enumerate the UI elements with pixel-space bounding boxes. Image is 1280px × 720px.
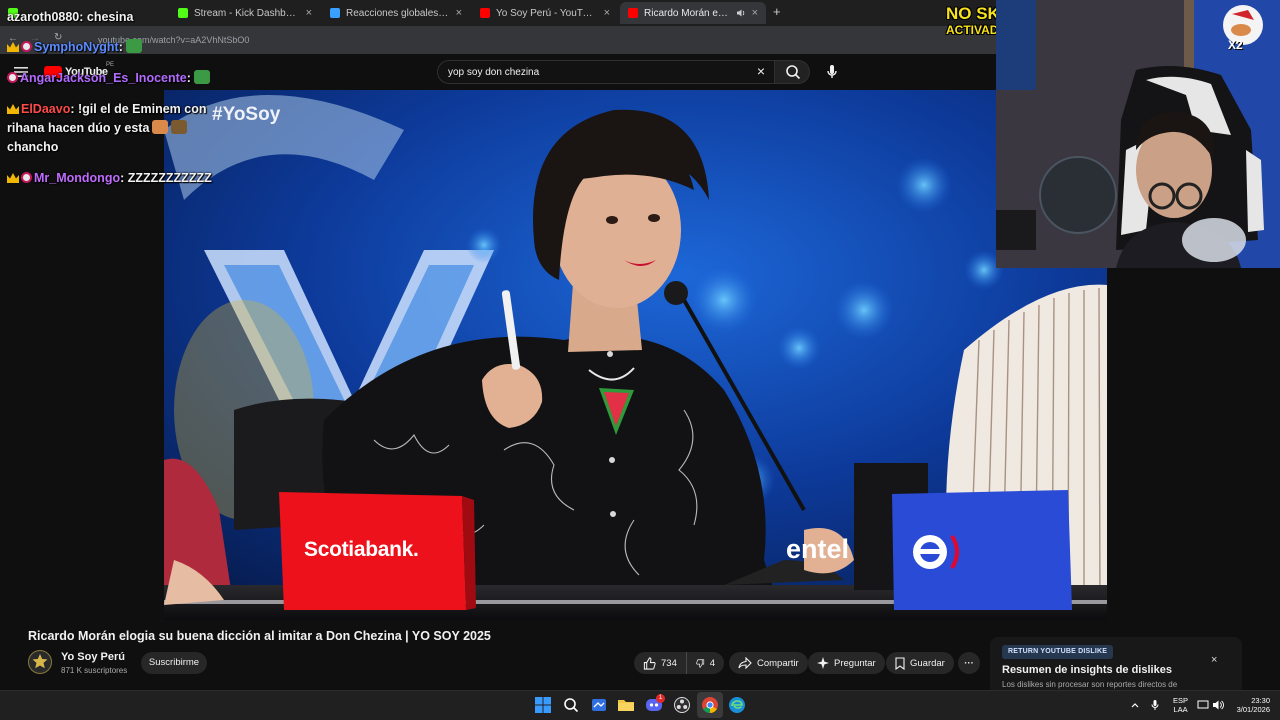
panel-close-icon[interactable]: ×: [1211, 654, 1217, 666]
voice-search-button[interactable]: [820, 60, 844, 84]
chat-username: SymphoNyght: [34, 40, 119, 54]
tab-close-icon[interactable]: ×: [306, 7, 312, 19]
system-clock[interactable]: 23:30 3/01/2026: [1226, 696, 1270, 714]
share-icon: [738, 657, 752, 669]
share-label: Compartir: [757, 657, 799, 669]
tab-label: Ricardo Morán elogia su bu: [644, 7, 730, 19]
more-actions-button[interactable]: ···: [958, 652, 980, 674]
panel-title: Resumen de insights de dislikes: [1002, 664, 1172, 676]
youtube-favicon-icon: [628, 8, 638, 18]
tab-reacciones[interactable]: Reacciones globales: condenan ×: [322, 2, 470, 24]
chat-colon: :: [118, 40, 123, 54]
subscriber-count: 871 K suscriptores: [61, 666, 128, 675]
like-count: 734: [661, 657, 677, 669]
chat-username: azaroth0880: [7, 10, 80, 24]
tray-chevron-up-icon[interactable]: [1130, 700, 1140, 710]
chat-text: chesina: [86, 10, 134, 24]
news-favicon-icon: [330, 8, 340, 18]
extension-tag: RETURN YOUTUBE DISLIKE: [1002, 645, 1114, 659]
crown-badge-icon: [7, 42, 19, 52]
language-layout: LAA: [1173, 705, 1188, 714]
tab-close-icon[interactable]: ×: [604, 7, 610, 19]
speaker-icon[interactable]: [736, 8, 746, 18]
chat-username: ElDaavo: [21, 102, 71, 116]
chat-message: Mr_Mondongo: ZZZZZZZZZZZ: [7, 169, 212, 188]
sticker-emote-icon: [152, 120, 169, 134]
tab-yo-soy-peru[interactable]: Yo Soy Perú - YouTube ×: [472, 2, 618, 24]
sparkle-icon: [817, 657, 829, 669]
widgets-icon[interactable]: [589, 695, 609, 715]
chrome-icon[interactable]: [700, 695, 720, 715]
video-player[interactable]: #YoSoy Scotiabank. entel: [164, 90, 1107, 620]
crown-badge-icon: [7, 173, 19, 183]
windows-start-icon[interactable]: [533, 695, 553, 715]
chat-text: ZZZZZZZZZZZ: [127, 171, 212, 185]
crown-badge-icon: [7, 104, 19, 114]
chat-message: ElDaavo: !gil el de Eminem con rihana ha…: [7, 100, 237, 157]
pepe-emote-icon: [125, 39, 142, 53]
streamer-webcam: X2: [996, 0, 1280, 268]
language-code: ESP: [1173, 696, 1189, 705]
windows-taskbar: [0, 690, 1280, 720]
input-language[interactable]: ESP LAA: [1173, 696, 1188, 714]
chat-message: SymphoNyght:: [7, 38, 142, 57]
webcam-sticker-text: X2: [1228, 38, 1243, 52]
edge-icon[interactable]: [727, 695, 747, 715]
tab-close-icon[interactable]: ×: [456, 7, 462, 19]
chat-colon: :: [70, 102, 78, 116]
search-icon: [786, 65, 801, 80]
search-button[interactable]: [774, 60, 810, 84]
panel-description: Los dislikes sin procesar son reportes d…: [1002, 680, 1178, 689]
video-title: Ricardo Morán elogia su buena dicción al…: [28, 629, 491, 643]
dislike-button[interactable]: 4: [686, 652, 724, 674]
tray-microphone-icon[interactable]: [1150, 699, 1160, 711]
taskbar-search-icon[interactable]: [561, 695, 581, 715]
dislike-count: 4: [709, 657, 715, 669]
chat-username: AngarJackson_Es_Inocente: [20, 71, 187, 85]
channel-avatar[interactable]: [28, 650, 52, 674]
ask-button[interactable]: Preguntar: [808, 652, 885, 674]
subscribe-button[interactable]: Suscribirme: [141, 652, 207, 674]
clock-date: 3/01/2026: [1236, 705, 1270, 714]
obs-icon[interactable]: [672, 695, 692, 715]
bookmark-icon: [895, 656, 905, 670]
clock-time: 23:30: [1251, 696, 1270, 705]
channel-name[interactable]: Yo Soy Perú: [61, 651, 125, 663]
tab-ricardo-moran[interactable]: Ricardo Morán elogia su bu ×: [620, 2, 766, 24]
entel-logo: entel: [786, 534, 850, 564]
tab-close-icon[interactable]: ×: [752, 7, 758, 19]
chat-colon: :: [186, 71, 191, 85]
thumbs-up-icon: [643, 656, 656, 670]
network-icon[interactable]: [1197, 700, 1209, 710]
chat-message: AngarJackson_Es_Inocente:: [7, 69, 210, 88]
save-button[interactable]: Guardar: [886, 652, 954, 674]
tab-label: Yo Soy Perú - YouTube: [496, 7, 598, 19]
search-clear-icon[interactable]: ×: [752, 62, 770, 80]
chat-colon: :: [79, 10, 87, 24]
chat-text-continued: chancho: [7, 140, 59, 154]
new-tab-button[interactable]: +: [773, 4, 781, 19]
sticker-emote-icon: [171, 120, 188, 134]
save-label: Guardar: [910, 657, 945, 669]
tab-label: Reacciones globales: condenan: [346, 7, 450, 19]
like-button[interactable]: 734: [634, 652, 686, 674]
chat-message: azaroth0880: chesina: [7, 8, 133, 27]
chat-colon: :: [120, 171, 128, 185]
eye-badge-icon: [21, 172, 32, 183]
notification-badge: 1: [656, 694, 665, 703]
stream-chat-overlay: azaroth0880: chesina SymphoNyght: AngarJ…: [0, 0, 245, 195]
scotiabank-logo: Scotiabank.: [304, 538, 419, 561]
youtube-favicon-icon: [480, 8, 490, 18]
chat-username: Mr_Mondongo: [34, 171, 121, 185]
eye-badge-icon: [21, 41, 32, 52]
eye-badge-icon: [7, 72, 18, 83]
share-button[interactable]: Compartir: [729, 652, 808, 674]
search-input[interactable]: yop soy don chezina: [437, 60, 775, 84]
pepe-emote-icon: [193, 70, 210, 84]
thumbs-down-icon: [696, 658, 705, 668]
microphone-icon: [827, 65, 837, 78]
file-explorer-icon[interactable]: [616, 695, 636, 715]
ask-label: Preguntar: [834, 657, 876, 669]
volume-icon[interactable]: [1212, 699, 1224, 711]
